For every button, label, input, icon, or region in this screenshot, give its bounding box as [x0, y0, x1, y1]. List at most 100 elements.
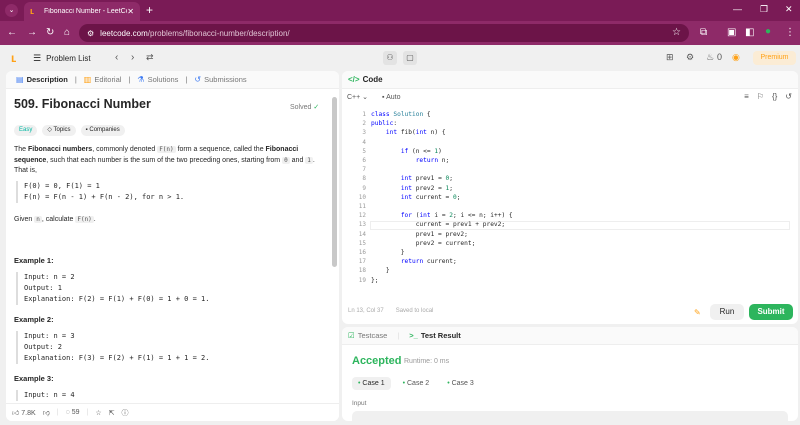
layout-icon[interactable]: ⊞	[666, 52, 674, 63]
run-button[interactable]: Run	[710, 304, 744, 320]
check-circle-icon: ✓	[313, 104, 320, 111]
settings-gear-icon[interactable]: ⚙	[686, 52, 694, 63]
premium-button[interactable]: Premium	[753, 51, 796, 65]
tab-description[interactable]: ▤ Description	[12, 75, 72, 84]
note-icon[interactable]: ✎	[694, 308, 701, 317]
debug-icon[interactable]: ⚇	[383, 51, 397, 65]
save-status: Saved to local	[395, 308, 434, 314]
back-icon[interactable]: ←	[7, 27, 17, 38]
case-3-tab[interactable]: • Case 3	[441, 377, 480, 390]
example-2-body: Input: n = 3 Output: 2 Explanation: F(3)…	[16, 331, 276, 364]
line-numbers: 1 2 3 4 5 6 7 8 9 10 11 12 13 14 15 16 17 18 19	[358, 111, 366, 284]
result-tabs: ☑ Testcase | >_ Test Result	[342, 327, 798, 345]
reload-icon[interactable]: ↻	[46, 27, 54, 38]
companies-tag[interactable]: ▪ Companies	[80, 125, 125, 136]
description-panel: ▤ Description | ▥ Editorial | ⚗ Solution…	[6, 71, 339, 421]
submit-button[interactable]: Submit	[749, 304, 793, 320]
cursor-position: Ln 13, Col 37	[348, 308, 384, 314]
test-result-panel: ☑ Testcase | >_ Test Result Accepted Run…	[342, 327, 798, 421]
new-tab-icon[interactable]: +	[146, 3, 153, 17]
case-1-tab[interactable]: • Case 1	[352, 377, 391, 390]
input-value-box	[352, 411, 788, 421]
browser-tab-title: Fibonacci Number - LeetCode	[44, 8, 127, 15]
tab-editorial[interactable]: ▥ Editorial	[80, 75, 126, 84]
braces-icon[interactable]: {}	[772, 92, 777, 101]
lock-icon: ▪	[382, 93, 385, 101]
autocomplete-mode[interactable]: ▪ Auto	[382, 94, 400, 101]
comments-button[interactable]: ◌ 59	[66, 409, 80, 416]
restore-icon[interactable]: ❐	[760, 4, 768, 15]
tab-testcase[interactable]: ☑ Testcase	[348, 331, 387, 340]
tab-submissions[interactable]: ↺ Submissions	[190, 75, 250, 84]
address-bar[interactable]: ⚙ leetcode.com/problems/fibonacci-number…	[79, 24, 689, 42]
description-footer: 👍︎ 7.8K 👎︎ | ◌ 59 | ☆ ⇱ ⓘ	[6, 403, 339, 421]
topics-tag[interactable]: ◇ Topics	[42, 125, 76, 136]
code-panel-header: </> Code	[342, 71, 798, 89]
difficulty-badge[interactable]: Easy	[14, 125, 38, 136]
prev-problem-icon[interactable]: ‹	[115, 52, 118, 63]
url-path: /problems/fibonacci-number/description/	[147, 28, 290, 38]
code-toolbar-actions: ≡ ⚐ {} ↺	[744, 92, 792, 101]
checkbox-icon: ☑	[348, 331, 355, 340]
forward-icon[interactable]: →	[27, 27, 37, 38]
leetcode-favicon-icon: ʟ	[30, 6, 35, 16]
site-info-icon[interactable]: ⚙	[87, 29, 94, 38]
close-window-icon[interactable]: ✕	[785, 4, 793, 15]
description-tabs: ▤ Description | ▥ Editorial | ⚗ Solution…	[6, 71, 339, 89]
code-panel-title: Code	[362, 75, 383, 84]
extensions-icon[interactable]: ⧉	[700, 27, 707, 38]
streak-count: 0	[717, 52, 723, 62]
user-avatar[interactable]: ◉	[732, 52, 740, 63]
browser-tab-strip: ⌄ ʟ Fibonacci Number - LeetCode ✕ + — ❐ …	[0, 0, 800, 21]
problem-list-button[interactable]: ☰ Problem List	[33, 53, 91, 64]
comment-icon: ◌	[65, 409, 70, 416]
favorite-star-icon[interactable]: ☆	[95, 409, 101, 417]
page-title[interactable]: 509. Fibonacci Number	[14, 97, 324, 111]
dislike-icon[interactable]: 👎︎	[43, 408, 50, 417]
shuffle-icon[interactable]: ⇄	[146, 52, 154, 63]
share-icon[interactable]: ⇱	[109, 409, 115, 417]
browser-tab-active[interactable]: ʟ Fibonacci Number - LeetCode ✕	[24, 2, 140, 21]
browser-menu-icon[interactable]: ⋮	[785, 27, 795, 38]
like-button[interactable]: 👍︎ 7.8K	[12, 408, 36, 417]
lock-icon: ▪	[85, 127, 88, 133]
runtime-text: Runtime: 0 ms	[404, 358, 450, 365]
cast-icon[interactable]: ▣	[727, 27, 736, 38]
history-icon: ↺	[194, 75, 202, 84]
description-icon: ▤	[16, 75, 24, 84]
reset-icon[interactable]: ↺	[785, 92, 792, 101]
case-2-tab[interactable]: • Case 2	[397, 377, 436, 390]
tab-search-icon[interactable]: ⌄	[5, 4, 18, 17]
example-3-title: Example 3:	[14, 374, 54, 383]
streak-fire-icon[interactable]: ♨	[706, 52, 714, 63]
verdict-text: Accepted	[352, 355, 402, 367]
bookmark-star-icon[interactable]: ☆	[672, 27, 681, 38]
description-scrollbar[interactable]	[332, 97, 337, 267]
language-select[interactable]: C++ ⌄	[347, 93, 368, 101]
bookmark-icon[interactable]: ⚐	[757, 92, 764, 101]
example-3-body: Input: n = 4	[16, 390, 276, 401]
editorial-icon: ▥	[83, 75, 92, 84]
solutions-icon: ⚗	[137, 75, 145, 84]
editor-status: Ln 13, Col 37 Saved to local	[348, 308, 433, 314]
tag-icon: ◇	[47, 127, 52, 133]
terminal-icon: >_	[409, 331, 418, 340]
notes-icon[interactable]: ▢	[403, 51, 417, 65]
tab-test-result[interactable]: >_ Test Result	[409, 331, 460, 340]
home-icon[interactable]: ⌂	[64, 27, 70, 38]
minimize-icon[interactable]: —	[733, 4, 742, 14]
tab-solutions[interactable]: ⚗ Solutions	[133, 75, 182, 84]
leetcode-logo-icon[interactable]: ʟ	[11, 51, 23, 65]
format-icon[interactable]: ≡	[744, 92, 749, 101]
profile-avatar-icon[interactable]: ●	[765, 26, 771, 37]
next-problem-icon[interactable]: ›	[131, 52, 134, 63]
solved-badge: Solved ✓	[290, 104, 320, 111]
help-icon[interactable]: ⓘ	[122, 408, 129, 418]
given-text: Given n, calculate F(n).	[14, 216, 96, 223]
close-tab-icon[interactable]: ✕	[127, 7, 134, 16]
sidepanel-icon[interactable]: ◧	[745, 27, 754, 38]
code-editor-panel: </> Code C++ ⌄ ▪ Auto ≡ ⚐ {} ↺ 123456789…	[342, 71, 798, 324]
problem-tags: Easy ◇ Topics ▪ Companies	[14, 125, 125, 136]
problem-content: 509. Fibonacci Number Solved ✓ Easy ◇ To…	[14, 97, 324, 401]
code-editor[interactable]: class Solution { public: int fib(int n) …	[371, 110, 513, 285]
